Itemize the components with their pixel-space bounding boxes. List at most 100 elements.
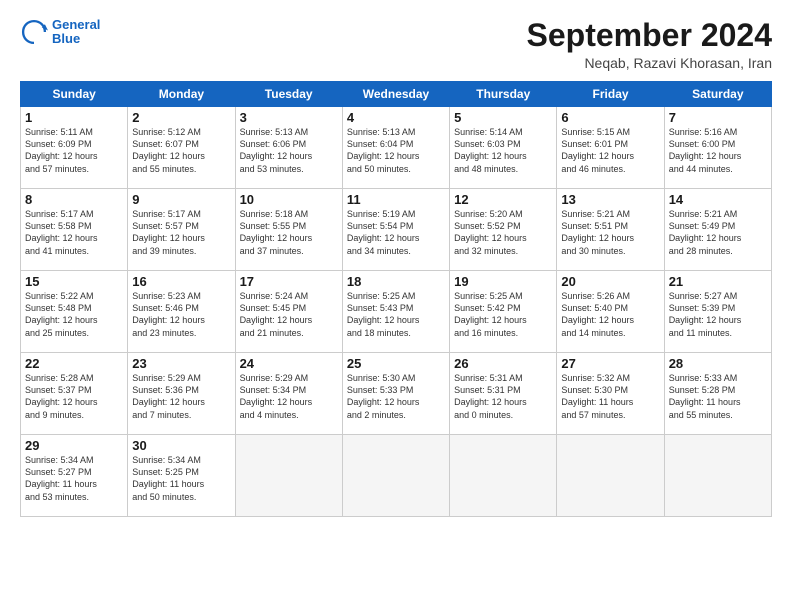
calendar-cell: 22Sunrise: 5:28 AM Sunset: 5:37 PM Dayli…	[21, 353, 128, 435]
calendar-cell: 13Sunrise: 5:21 AM Sunset: 5:51 PM Dayli…	[557, 189, 664, 271]
calendar-cell: 6Sunrise: 5:15 AM Sunset: 6:01 PM Daylig…	[557, 107, 664, 189]
day-info: Sunrise: 5:17 AM Sunset: 5:58 PM Dayligh…	[25, 208, 123, 257]
day-info: Sunrise: 5:29 AM Sunset: 5:36 PM Dayligh…	[132, 372, 230, 421]
day-number: 21	[669, 274, 767, 289]
calendar-cell: 20Sunrise: 5:26 AM Sunset: 5:40 PM Dayli…	[557, 271, 664, 353]
day-number: 24	[240, 356, 338, 371]
day-number: 5	[454, 110, 552, 125]
day-info: Sunrise: 5:25 AM Sunset: 5:43 PM Dayligh…	[347, 290, 445, 339]
calendar-cell: 8Sunrise: 5:17 AM Sunset: 5:58 PM Daylig…	[21, 189, 128, 271]
calendar-cell: 27Sunrise: 5:32 AM Sunset: 5:30 PM Dayli…	[557, 353, 664, 435]
day-info: Sunrise: 5:20 AM Sunset: 5:52 PM Dayligh…	[454, 208, 552, 257]
day-info: Sunrise: 5:34 AM Sunset: 5:25 PM Dayligh…	[132, 454, 230, 503]
day-info: Sunrise: 5:12 AM Sunset: 6:07 PM Dayligh…	[132, 126, 230, 175]
calendar-cell: 18Sunrise: 5:25 AM Sunset: 5:43 PM Dayli…	[342, 271, 449, 353]
calendar-cell: 11Sunrise: 5:19 AM Sunset: 5:54 PM Dayli…	[342, 189, 449, 271]
day-info: Sunrise: 5:33 AM Sunset: 5:28 PM Dayligh…	[669, 372, 767, 421]
day-number: 26	[454, 356, 552, 371]
day-number: 14	[669, 192, 767, 207]
day-info: Sunrise: 5:13 AM Sunset: 6:06 PM Dayligh…	[240, 126, 338, 175]
weekday-header-sunday: Sunday	[21, 82, 128, 107]
weekday-header-wednesday: Wednesday	[342, 82, 449, 107]
day-number: 17	[240, 274, 338, 289]
day-info: Sunrise: 5:27 AM Sunset: 5:39 PM Dayligh…	[669, 290, 767, 339]
week-row-2: 8Sunrise: 5:17 AM Sunset: 5:58 PM Daylig…	[21, 189, 772, 271]
weekday-header-friday: Friday	[557, 82, 664, 107]
day-info: Sunrise: 5:11 AM Sunset: 6:09 PM Dayligh…	[25, 126, 123, 175]
day-number: 9	[132, 192, 230, 207]
day-info: Sunrise: 5:24 AM Sunset: 5:45 PM Dayligh…	[240, 290, 338, 339]
weekday-header-saturday: Saturday	[664, 82, 771, 107]
week-row-4: 22Sunrise: 5:28 AM Sunset: 5:37 PM Dayli…	[21, 353, 772, 435]
day-info: Sunrise: 5:25 AM Sunset: 5:42 PM Dayligh…	[454, 290, 552, 339]
calendar-cell: 25Sunrise: 5:30 AM Sunset: 5:33 PM Dayli…	[342, 353, 449, 435]
day-number: 30	[132, 438, 230, 453]
calendar-cell: 24Sunrise: 5:29 AM Sunset: 5:34 PM Dayli…	[235, 353, 342, 435]
day-number: 1	[25, 110, 123, 125]
calendar-cell	[664, 435, 771, 517]
calendar-cell: 29Sunrise: 5:34 AM Sunset: 5:27 PM Dayli…	[21, 435, 128, 517]
day-info: Sunrise: 5:14 AM Sunset: 6:03 PM Dayligh…	[454, 126, 552, 175]
day-info: Sunrise: 5:21 AM Sunset: 5:51 PM Dayligh…	[561, 208, 659, 257]
day-number: 25	[347, 356, 445, 371]
day-number: 29	[25, 438, 123, 453]
calendar-cell: 23Sunrise: 5:29 AM Sunset: 5:36 PM Dayli…	[128, 353, 235, 435]
calendar-cell: 7Sunrise: 5:16 AM Sunset: 6:00 PM Daylig…	[664, 107, 771, 189]
page: General Blue September 2024 Neqab, Razav…	[0, 0, 792, 612]
calendar-cell: 15Sunrise: 5:22 AM Sunset: 5:48 PM Dayli…	[21, 271, 128, 353]
day-info: Sunrise: 5:30 AM Sunset: 5:33 PM Dayligh…	[347, 372, 445, 421]
calendar-cell: 19Sunrise: 5:25 AM Sunset: 5:42 PM Dayli…	[450, 271, 557, 353]
day-number: 12	[454, 192, 552, 207]
logo-line2: Blue	[52, 31, 80, 46]
calendar-cell: 1Sunrise: 5:11 AM Sunset: 6:09 PM Daylig…	[21, 107, 128, 189]
calendar-cell: 26Sunrise: 5:31 AM Sunset: 5:31 PM Dayli…	[450, 353, 557, 435]
header: General Blue September 2024 Neqab, Razav…	[20, 18, 772, 71]
day-number: 18	[347, 274, 445, 289]
day-number: 23	[132, 356, 230, 371]
day-number: 15	[25, 274, 123, 289]
day-number: 10	[240, 192, 338, 207]
calendar-cell: 28Sunrise: 5:33 AM Sunset: 5:28 PM Dayli…	[664, 353, 771, 435]
calendar-cell	[557, 435, 664, 517]
calendar-cell	[235, 435, 342, 517]
day-number: 16	[132, 274, 230, 289]
day-number: 28	[669, 356, 767, 371]
title-block: September 2024 Neqab, Razavi Khorasan, I…	[527, 18, 772, 71]
day-number: 7	[669, 110, 767, 125]
day-info: Sunrise: 5:18 AM Sunset: 5:55 PM Dayligh…	[240, 208, 338, 257]
week-row-1: 1Sunrise: 5:11 AM Sunset: 6:09 PM Daylig…	[21, 107, 772, 189]
day-info: Sunrise: 5:22 AM Sunset: 5:48 PM Dayligh…	[25, 290, 123, 339]
calendar-cell: 5Sunrise: 5:14 AM Sunset: 6:03 PM Daylig…	[450, 107, 557, 189]
logo-line1: General	[52, 17, 100, 32]
calendar-table: SundayMondayTuesdayWednesdayThursdayFrid…	[20, 81, 772, 517]
day-number: 20	[561, 274, 659, 289]
calendar-cell: 21Sunrise: 5:27 AM Sunset: 5:39 PM Dayli…	[664, 271, 771, 353]
calendar-cell: 4Sunrise: 5:13 AM Sunset: 6:04 PM Daylig…	[342, 107, 449, 189]
day-info: Sunrise: 5:16 AM Sunset: 6:00 PM Dayligh…	[669, 126, 767, 175]
day-info: Sunrise: 5:21 AM Sunset: 5:49 PM Dayligh…	[669, 208, 767, 257]
day-info: Sunrise: 5:13 AM Sunset: 6:04 PM Dayligh…	[347, 126, 445, 175]
day-number: 2	[132, 110, 230, 125]
day-number: 6	[561, 110, 659, 125]
week-row-5: 29Sunrise: 5:34 AM Sunset: 5:27 PM Dayli…	[21, 435, 772, 517]
calendar-cell: 16Sunrise: 5:23 AM Sunset: 5:46 PM Dayli…	[128, 271, 235, 353]
month-title: September 2024	[527, 18, 772, 53]
calendar-cell: 30Sunrise: 5:34 AM Sunset: 5:25 PM Dayli…	[128, 435, 235, 517]
day-number: 11	[347, 192, 445, 207]
week-row-3: 15Sunrise: 5:22 AM Sunset: 5:48 PM Dayli…	[21, 271, 772, 353]
calendar-cell: 10Sunrise: 5:18 AM Sunset: 5:55 PM Dayli…	[235, 189, 342, 271]
day-info: Sunrise: 5:32 AM Sunset: 5:30 PM Dayligh…	[561, 372, 659, 421]
location: Neqab, Razavi Khorasan, Iran	[527, 55, 772, 71]
weekday-header-tuesday: Tuesday	[235, 82, 342, 107]
day-number: 3	[240, 110, 338, 125]
day-info: Sunrise: 5:28 AM Sunset: 5:37 PM Dayligh…	[25, 372, 123, 421]
calendar-cell: 3Sunrise: 5:13 AM Sunset: 6:06 PM Daylig…	[235, 107, 342, 189]
calendar-cell: 2Sunrise: 5:12 AM Sunset: 6:07 PM Daylig…	[128, 107, 235, 189]
calendar-cell: 17Sunrise: 5:24 AM Sunset: 5:45 PM Dayli…	[235, 271, 342, 353]
calendar-cell: 12Sunrise: 5:20 AM Sunset: 5:52 PM Dayli…	[450, 189, 557, 271]
day-number: 27	[561, 356, 659, 371]
day-info: Sunrise: 5:31 AM Sunset: 5:31 PM Dayligh…	[454, 372, 552, 421]
weekday-header-monday: Monday	[128, 82, 235, 107]
weekday-header-thursday: Thursday	[450, 82, 557, 107]
calendar-cell: 14Sunrise: 5:21 AM Sunset: 5:49 PM Dayli…	[664, 189, 771, 271]
